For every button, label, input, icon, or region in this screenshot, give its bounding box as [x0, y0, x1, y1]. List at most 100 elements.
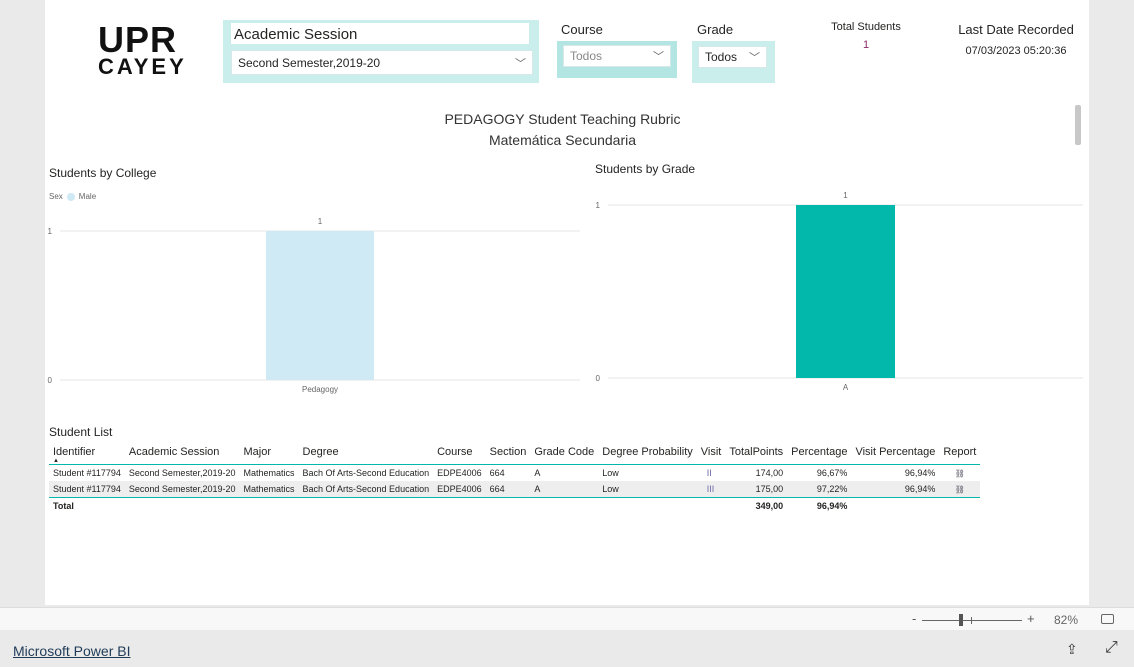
academic-session-slicer: Academic Session Second Semester,2019-20… [223, 20, 539, 83]
column-header[interactable]: Degree [298, 446, 434, 465]
table-cell: Low [602, 468, 619, 478]
table-row: Student #117794 Second Semester,2019-20 Ma… [49, 465, 980, 482]
y-tick-label: 0 [48, 376, 53, 385]
column-header[interactable]: Visit [696, 446, 726, 465]
column-header-label: Section [489, 446, 527, 458]
table-cell: Mathematics [239, 481, 299, 498]
column-header-label: Course [437, 446, 473, 458]
total-cell [530, 497, 599, 514]
link-icon[interactable]: ⛓ [939, 465, 980, 482]
table-cell: 96,94% [904, 468, 936, 478]
table-cell: A [534, 468, 541, 478]
column-header[interactable]: Visit Percentage [851, 446, 940, 465]
table-cell: 175,00 [725, 481, 788, 498]
table-cell: 664 [489, 468, 505, 478]
academic-session-dropdown[interactable]: Second Semester,2019-20 ﹀ [231, 50, 533, 75]
zoom-slider[interactable] [922, 620, 1022, 621]
total-cell [239, 497, 299, 514]
total-cell [939, 497, 981, 514]
share-icon[interactable]: ⇪ [1066, 641, 1078, 658]
column-header[interactable]: TotalPoints [725, 446, 788, 465]
table-cell: II [706, 468, 712, 478]
zoom-bar: - + 82% [0, 607, 1134, 630]
table-cell: Bach Of Arts-Second Education [302, 468, 430, 478]
college-chart-legend: Sex Male [49, 192, 97, 201]
sort-ascending-icon: ▲ [53, 458, 59, 464]
y-tick-label: 1 [48, 227, 53, 236]
table-cell: EDPE4006 [437, 468, 482, 478]
grade-dropdown[interactable]: Todos ﹀ [698, 46, 767, 68]
fullscreen-icon[interactable]: ⤢ [1105, 639, 1118, 657]
column-header-label: Visit [700, 446, 722, 458]
column-header[interactable]: Academic Session [124, 446, 240, 465]
table-cell: A [530, 481, 599, 498]
table-cell: Mathematics [243, 468, 295, 478]
column-header-label: Identifier [53, 446, 96, 458]
total-cell [696, 497, 726, 514]
table-cell: Second Semester,2019-20 [128, 468, 236, 478]
table-cell: 96,94% [851, 481, 940, 498]
table-cell: 96,67% [816, 468, 848, 478]
zoom-level: 82% [1054, 613, 1079, 627]
report-title: PEDAGOGY Student Teaching Rubric Matemát… [444, 111, 681, 148]
table-cell: EDPE4006 [433, 481, 486, 498]
grade-bar-chart: 0 1 1 A [596, 191, 1083, 392]
column-header[interactable]: Major [239, 446, 299, 465]
upr-cayey-logo: UPR CAYEY [98, 19, 187, 79]
column-header[interactable]: Course [433, 446, 486, 465]
total-cell [598, 497, 697, 514]
college-bar-chart: 0 1 1 Pedagogy [48, 217, 580, 394]
total-cell: 96,94% [787, 497, 852, 514]
chevron-down-icon: ﹀ [515, 57, 526, 70]
table-cell: 97,22% [787, 481, 852, 498]
column-header-label: TotalPoints [729, 446, 784, 458]
data-label: 1 [318, 217, 323, 226]
grade-slicer: Todos ﹀ [692, 41, 775, 83]
course-dropdown[interactable]: Todos ﹀ [563, 45, 671, 67]
power-bi-link[interactable]: Microsoft Power BI [13, 643, 130, 659]
footer: Microsoft Power BI ⇪ ⤢ [0, 630, 1134, 667]
column-header-label: Report [943, 446, 977, 458]
total-cell [298, 497, 434, 514]
column-header-label: Degree [302, 446, 339, 458]
table-cell: Student #117794 [53, 468, 121, 478]
data-label: 1 [843, 191, 848, 200]
grade-label: Grade [697, 22, 734, 37]
column-header[interactable]: Identifier ▲ [49, 446, 125, 465]
last-date-value: 07/03/2023 05:20:36 [965, 45, 1067, 57]
chevron-down-icon: ﹀ [749, 52, 760, 64]
grade-chart-title: Students by Grade [595, 162, 696, 176]
table-cell: 664 [485, 481, 531, 498]
column-header[interactable]: Section [485, 446, 531, 465]
legend-swatch [66, 192, 75, 201]
column-header[interactable]: Degree Probability [598, 446, 697, 465]
student-table: Identifier ▲ Academic Session Major Degree Co… [49, 446, 981, 514]
total-cell: 349,00 [725, 497, 788, 514]
chevron-down-icon: ﹀ [653, 51, 664, 63]
zoom-in-button[interactable]: + [1027, 611, 1035, 626]
fit-to-page-icon[interactable] [1101, 614, 1114, 624]
total-cell [124, 497, 240, 514]
total-students-value: 1 [862, 39, 870, 51]
scrollbar-thumb[interactable] [1075, 105, 1081, 145]
column-header-label: Percentage [791, 446, 848, 458]
last-date-label: Last Date Recorded [958, 22, 1074, 37]
table-cell: Student #117794 [49, 481, 125, 498]
link-icon[interactable]: ⛓ [939, 481, 981, 498]
total-students-label: Total Students [831, 21, 901, 33]
column-header[interactable]: Grade Code [530, 446, 599, 465]
course-label: Course [561, 22, 603, 37]
column-header-label: Visit Percentage [855, 446, 936, 458]
course-slicer: Todos ﹀ [557, 41, 677, 78]
academic-session-label: Academic Session [231, 23, 529, 44]
x-tick-label: A [843, 383, 849, 392]
column-header[interactable]: Percentage [787, 446, 852, 465]
bar [266, 231, 374, 380]
zoom-slider-handle[interactable] [959, 614, 963, 626]
y-tick-label: 1 [596, 201, 601, 210]
column-header[interactable]: Report [939, 446, 981, 465]
column-header-label: Major [243, 446, 271, 458]
student-list-title: Student List [49, 425, 113, 439]
table-cell: Low [598, 481, 697, 498]
zoom-out-button[interactable]: - [912, 611, 916, 626]
